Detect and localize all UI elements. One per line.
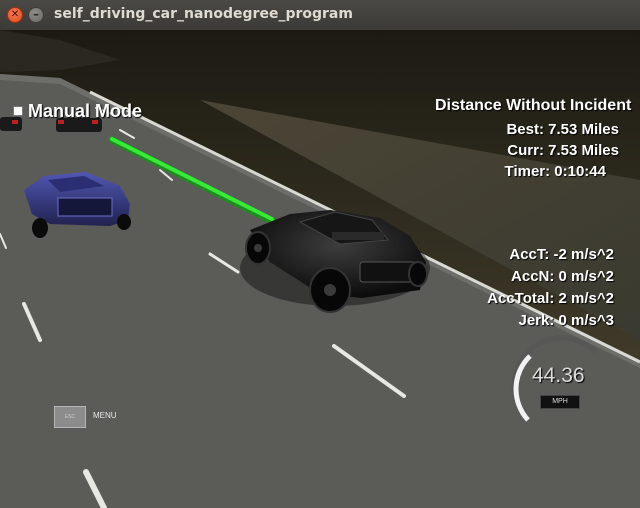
speed-value: 44.36 <box>532 364 585 387</box>
close-icon: ✕ <box>10 9 20 20</box>
timer: Timer: 0:10:44 <box>504 163 606 180</box>
esc-button[interactable]: ESC <box>54 406 86 428</box>
manual-mode-label: Manual Mode <box>28 101 143 121</box>
distance-title: Distance Without Incident <box>435 97 632 114</box>
jerk: Jerk: 0 m/s^3 <box>518 312 615 329</box>
minimize-button[interactable]: – <box>28 7 44 23</box>
acc-tangential: AccT: -2 m/s^2 <box>509 246 614 263</box>
traffic-car-far-2 <box>0 117 22 131</box>
window-title: self_driving_car_nanodegree_program <box>54 6 353 22</box>
minimize-icon: – <box>33 7 39 21</box>
manual-mode-checkbox[interactable] <box>13 106 23 116</box>
close-button[interactable]: ✕ <box>7 7 23 23</box>
acc-total: AccTotal: 2 m/s^2 <box>487 290 614 307</box>
speed-unit: MPH <box>540 395 580 409</box>
acc-normal: AccN: 0 m/s^2 <box>511 268 614 285</box>
current-distance: Curr: 7.53 Miles <box>507 142 619 159</box>
menu-label[interactable]: MENU <box>93 411 117 420</box>
title-bar: ✕ – self_driving_car_nanodegree_program <box>0 0 640 31</box>
simulator-window: ✕ – self_driving_car_nanodegree_program <box>0 0 640 508</box>
best-distance: Best: 7.53 Miles <box>506 121 619 138</box>
